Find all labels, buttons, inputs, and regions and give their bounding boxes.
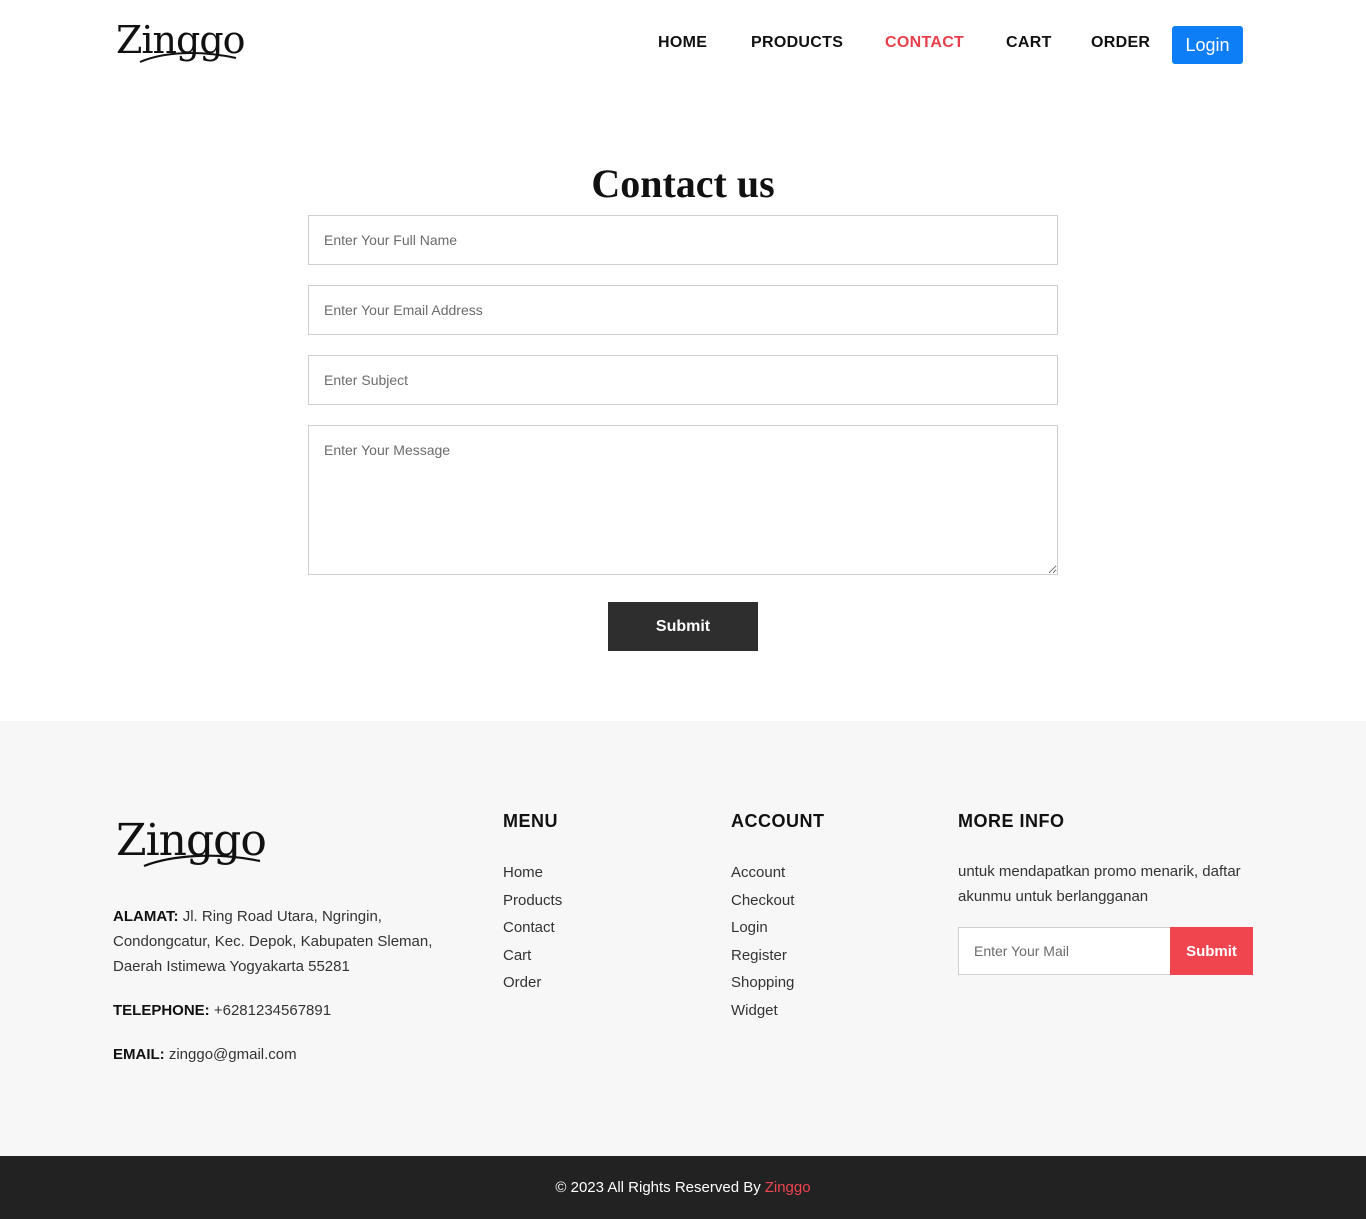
copyright-text: © 2023 All Rights Reserved By — [555, 1179, 761, 1196]
footer-account-account[interactable]: Account — [731, 863, 794, 891]
page-title: Contact us — [591, 161, 775, 206]
footer-menu-list: Home Products Contact Cart Order — [503, 863, 562, 1001]
contact-submit-button[interactable]: Submit — [608, 602, 758, 651]
newsletter-submit-button[interactable]: Submit — [1170, 927, 1253, 975]
footer-telephone: TELEPHONE: +6281234567891 — [113, 998, 483, 1023]
subject-input[interactable] — [308, 355, 1058, 405]
footer-email: EMAIL: zinggo@gmail.com — [113, 1042, 483, 1067]
nav-products[interactable]: PRODUCTS — [751, 34, 843, 52]
menu-column-title: MENU — [503, 811, 558, 831]
email-value: zinggo@gmail.com — [168, 1046, 297, 1063]
main-nav: HOME PRODUCTS CONTACT CART ORDER — [0, 26, 1366, 64]
login-button[interactable]: Login — [1172, 26, 1243, 64]
logo-swash-icon — [143, 854, 261, 868]
newsletter-email-input[interactable] — [958, 927, 1171, 975]
nav-cart[interactable]: CART — [1006, 34, 1052, 52]
copyright-bar: © 2023 All Rights Reserved By Zinggo — [0, 1156, 1366, 1219]
address-label: ALAMAT: — [113, 908, 179, 925]
footer-account-login[interactable]: Login — [731, 918, 794, 946]
footer-logo[interactable]: Zinggo — [116, 816, 267, 868]
footer-menu-cart[interactable]: Cart — [503, 946, 562, 974]
footer-account-shopping[interactable]: Shopping — [731, 973, 794, 1001]
footer-menu-products[interactable]: Products — [503, 891, 562, 919]
more-info-text: untuk mendapatkan promo menarik, daftar … — [958, 863, 1241, 905]
nav-order[interactable]: ORDER — [1091, 34, 1150, 52]
footer-account-widget[interactable]: Widget — [731, 1001, 794, 1029]
more-info-column-title: MORE INFO — [958, 811, 1065, 831]
telephone-value: +6281234567891 — [213, 1002, 332, 1019]
full-name-input[interactable] — [308, 215, 1058, 265]
site-header: Zinggo HOME PRODUCTS CONTACT CART ORDER … — [0, 0, 1366, 90]
message-textarea[interactable] — [308, 425, 1058, 575]
footer-menu-home[interactable]: Home — [503, 863, 562, 891]
footer-address: ALAMAT: Jl. Ring Road Utara, Ngringin, C… — [113, 904, 483, 979]
nav-contact[interactable]: CONTACT — [885, 34, 964, 52]
footer-menu-order[interactable]: Order — [503, 973, 562, 1001]
site-footer: Zinggo ALAMAT: Jl. Ring Road Utara, Ngri… — [0, 721, 1366, 1156]
footer-account-register[interactable]: Register — [731, 946, 794, 974]
telephone-label: TELEPHONE: — [113, 1002, 210, 1019]
footer-account-list: Account Checkout Login Register Shopping… — [731, 863, 794, 1028]
email-label: EMAIL: — [113, 1046, 165, 1063]
footer-account-checkout[interactable]: Checkout — [731, 891, 794, 919]
footer-menu-contact[interactable]: Contact — [503, 918, 562, 946]
account-column-title: ACCOUNT — [731, 811, 825, 831]
copyright-brand-link[interactable]: Zinggo — [765, 1179, 811, 1196]
nav-home[interactable]: HOME — [658, 34, 707, 52]
email-input[interactable] — [308, 285, 1058, 335]
